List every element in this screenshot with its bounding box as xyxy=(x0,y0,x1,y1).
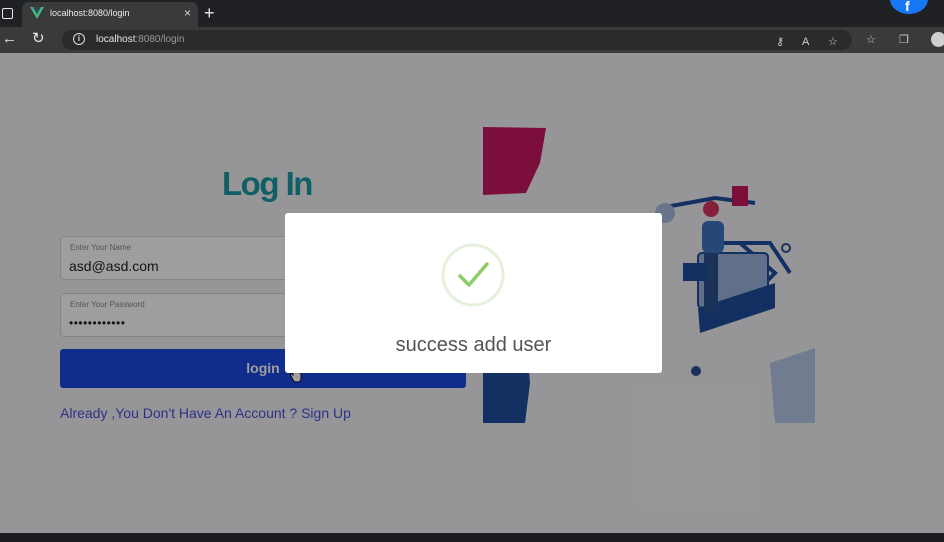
modal-message: success add user xyxy=(395,334,552,356)
page-content: Log In Enter Your Name asd@asd.com Enter… xyxy=(0,53,944,533)
tab-title: localhost:8080/login xyxy=(50,8,130,18)
favorite-star-icon[interactable]: ☆ xyxy=(828,35,838,49)
collections-icon[interactable]: ❐ xyxy=(899,33,909,47)
vue-favicon-icon xyxy=(30,7,44,19)
back-icon[interactable]: ← xyxy=(2,30,17,48)
browser-tab-strip: localhost:8080/login × + f xyxy=(0,0,944,27)
profile-avatar[interactable] xyxy=(931,32,944,47)
reload-icon[interactable]: ↻ xyxy=(32,30,45,48)
facebook-icon[interactable]: f xyxy=(890,0,928,14)
read-aloud-icon[interactable]: A xyxy=(802,35,809,49)
url-field[interactable]: i localhost:8080/login ⚷ A ☆ xyxy=(62,30,852,50)
taskbar xyxy=(0,533,944,542)
info-icon[interactable]: i xyxy=(73,33,85,45)
tab-close-icon[interactable]: × xyxy=(184,6,191,20)
browser-tab[interactable]: localhost:8080/login × xyxy=(22,2,198,27)
favorites-icon[interactable]: ☆ xyxy=(866,33,876,47)
success-check-icon xyxy=(441,243,505,307)
new-tab-icon[interactable]: + xyxy=(204,2,215,24)
key-icon[interactable]: ⚷ xyxy=(776,35,784,49)
url-text: localhost:8080/login xyxy=(96,34,185,45)
address-bar-row: ← ↻ i localhost:8080/login ⚷ A ☆ ☆ ❐ xyxy=(0,27,944,53)
success-modal: success add user xyxy=(285,213,662,373)
window-menu-icon[interactable] xyxy=(2,8,13,19)
